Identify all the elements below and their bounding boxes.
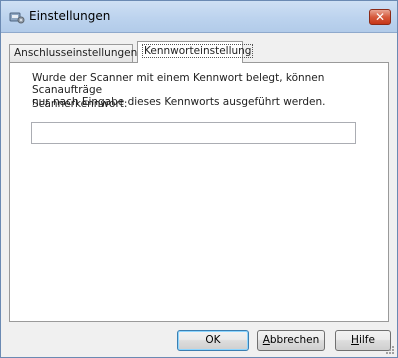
cancel-button[interactable]: Abbrechen [257,330,325,351]
cancel-label: bbrechen [269,334,320,346]
help-button[interactable]: Hilfe [335,330,391,351]
help-mnemonic: H [351,334,359,346]
scanner-settings-icon [9,9,25,25]
tab-panel-kennwort: Wurde der Scanner mit einem Kennwort bel… [9,62,389,322]
cancel-mnemonic: A [262,334,270,346]
description-line: Wurde der Scanner mit einem Kennwort bel… [32,72,325,96]
help-label: ilfe [358,334,375,346]
tab-kennworteinstellung[interactable]: Kennworteinstellung [137,41,254,63]
scanner-password-field[interactable] [31,122,356,144]
close-button[interactable]: ✕ [369,9,391,25]
title-bar[interactable]: Einstellungen ✕ [1,1,397,33]
resize-grip-icon[interactable] [385,345,395,355]
tab-anschlusseinstellungen[interactable]: Anschlusseinstellungen [9,44,137,62]
window-title: Einstellungen [29,9,111,23]
close-icon: ✕ [374,10,386,24]
settings-dialog: Einstellungen ✕ Anschlusseinstellungen K… [0,0,398,358]
ok-button[interactable]: OK [177,330,249,351]
tab-label: Anschlusseinstellungen [14,47,138,59]
password-label: Scannerkennwort: [32,98,128,110]
tab-label: Kennworteinstellung [142,44,254,58]
